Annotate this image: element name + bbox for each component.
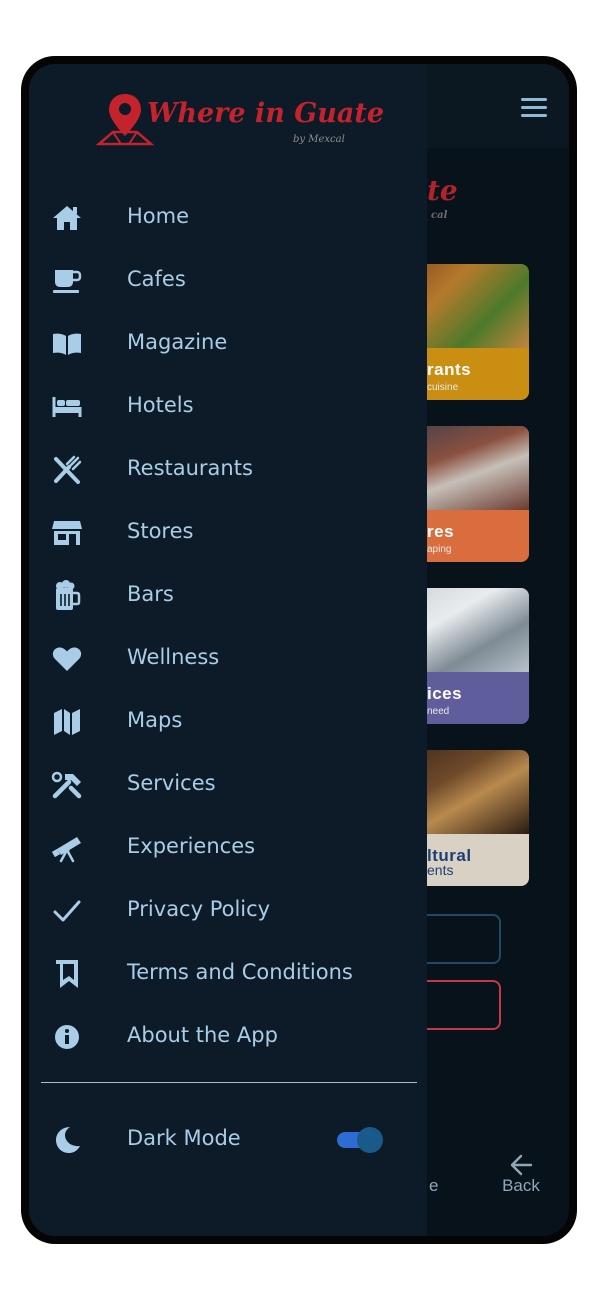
dark-mode-row: Dark Mode — [29, 1110, 427, 1170]
card-title: ices — [427, 684, 463, 703]
menu-item-maps[interactable]: Maps — [29, 690, 427, 753]
menu-item-label: Experiences — [127, 834, 256, 858]
card-title: res — [427, 522, 455, 541]
menu-item-label: Stores — [127, 519, 194, 543]
bottom-nav-fragment-label: e — [429, 1176, 439, 1195]
map-icon — [49, 704, 85, 740]
bed-icon — [49, 389, 85, 425]
menu-item-label: Terms and Conditions — [127, 960, 353, 984]
card-subtitle: aping — [427, 544, 452, 555]
card-subtitle: need — [427, 706, 450, 717]
card-subtitle: cuisine — [427, 382, 459, 393]
menu-item-terms-and-conditions[interactable]: Terms and Conditions — [29, 942, 427, 1005]
menu-item-magazine[interactable]: Magazine — [29, 312, 427, 375]
back-label: Back — [502, 1176, 540, 1195]
menu-item-stores[interactable]: Stores — [29, 501, 427, 564]
bottom-nav-back[interactable]: Back — [493, 1154, 549, 1196]
background-logo-fragment-text: te — [427, 174, 458, 207]
open-book-icon — [49, 326, 85, 362]
coffee-cup-icon — [49, 263, 85, 299]
dark-mode-toggle[interactable] — [335, 1127, 383, 1153]
background-logo-fragment-sub: cal — [431, 210, 448, 221]
phone-frame: te cal rants cuisine res aping ices need… — [21, 56, 577, 1244]
menu-item-label: Wellness — [127, 645, 220, 669]
menu-item-label: Cafes — [127, 267, 186, 291]
menu-item-cafes[interactable]: Cafes — [29, 249, 427, 312]
heart-icon — [49, 641, 85, 677]
map-pin-logo-icon — [95, 94, 155, 146]
menu-item-restaurants[interactable]: Restaurants — [29, 438, 427, 501]
moon-icon — [49, 1122, 85, 1158]
menu-item-hotels[interactable]: Hotels — [29, 375, 427, 438]
screen: te cal rants cuisine res aping ices need… — [29, 64, 569, 1236]
bottom-nav-fragment[interactable]: e — [429, 1154, 438, 1196]
menu-item-label: Bars — [127, 582, 174, 606]
drawer-divider — [41, 1082, 417, 1083]
menu-item-label: Restaurants — [127, 456, 253, 480]
toggle-thumb — [357, 1127, 383, 1153]
beer-mug-icon — [49, 578, 85, 614]
menu-item-label: About the App — [127, 1023, 278, 1047]
menu-item-label: Home — [127, 204, 190, 228]
checkmark-icon — [49, 893, 85, 929]
menu-item-label: Privacy Policy — [127, 897, 271, 921]
logo-text: Where in Guate — [147, 98, 385, 129]
background-logo-fragment: te cal — [427, 174, 467, 234]
logo-subtext: by Mexcal — [293, 134, 345, 145]
info-icon — [49, 1019, 85, 1055]
hamburger-menu-icon[interactable] — [521, 98, 547, 118]
tools-icon — [49, 767, 85, 803]
menu-item-about-the-app[interactable]: About the App — [29, 1005, 427, 1068]
menu-item-label: Hotels — [127, 393, 194, 417]
home-icon — [49, 200, 85, 236]
menu-item-privacy-policy[interactable]: Privacy Policy — [29, 879, 427, 942]
card-subtitle: ents — [427, 862, 454, 878]
menu-item-wellness[interactable]: Wellness — [29, 627, 427, 690]
menu-item-label: Magazine — [127, 330, 228, 354]
menu-item-bars[interactable]: Bars — [29, 564, 427, 627]
dark-mode-label: Dark Mode — [127, 1126, 241, 1150]
drawer-menu: Home Cafes Magazine Hotels Restaurants S… — [29, 186, 427, 1068]
store-icon — [49, 515, 85, 551]
bookmarks-icon — [49, 956, 85, 992]
menu-item-label: Services — [127, 771, 216, 795]
navigation-drawer: Where in Guate by Mexcal Home Cafes Maga… — [29, 64, 427, 1236]
menu-item-label: Maps — [127, 708, 183, 732]
menu-item-home[interactable]: Home — [29, 186, 427, 249]
utensils-icon — [49, 452, 85, 488]
app-logo: Where in Guate by Mexcal — [95, 92, 384, 158]
menu-item-experiences[interactable]: Experiences — [29, 816, 427, 879]
card-title: rants — [427, 360, 472, 379]
back-arrow-icon — [510, 1154, 533, 1176]
telescope-icon — [49, 830, 85, 866]
menu-item-services[interactable]: Services — [29, 753, 427, 816]
